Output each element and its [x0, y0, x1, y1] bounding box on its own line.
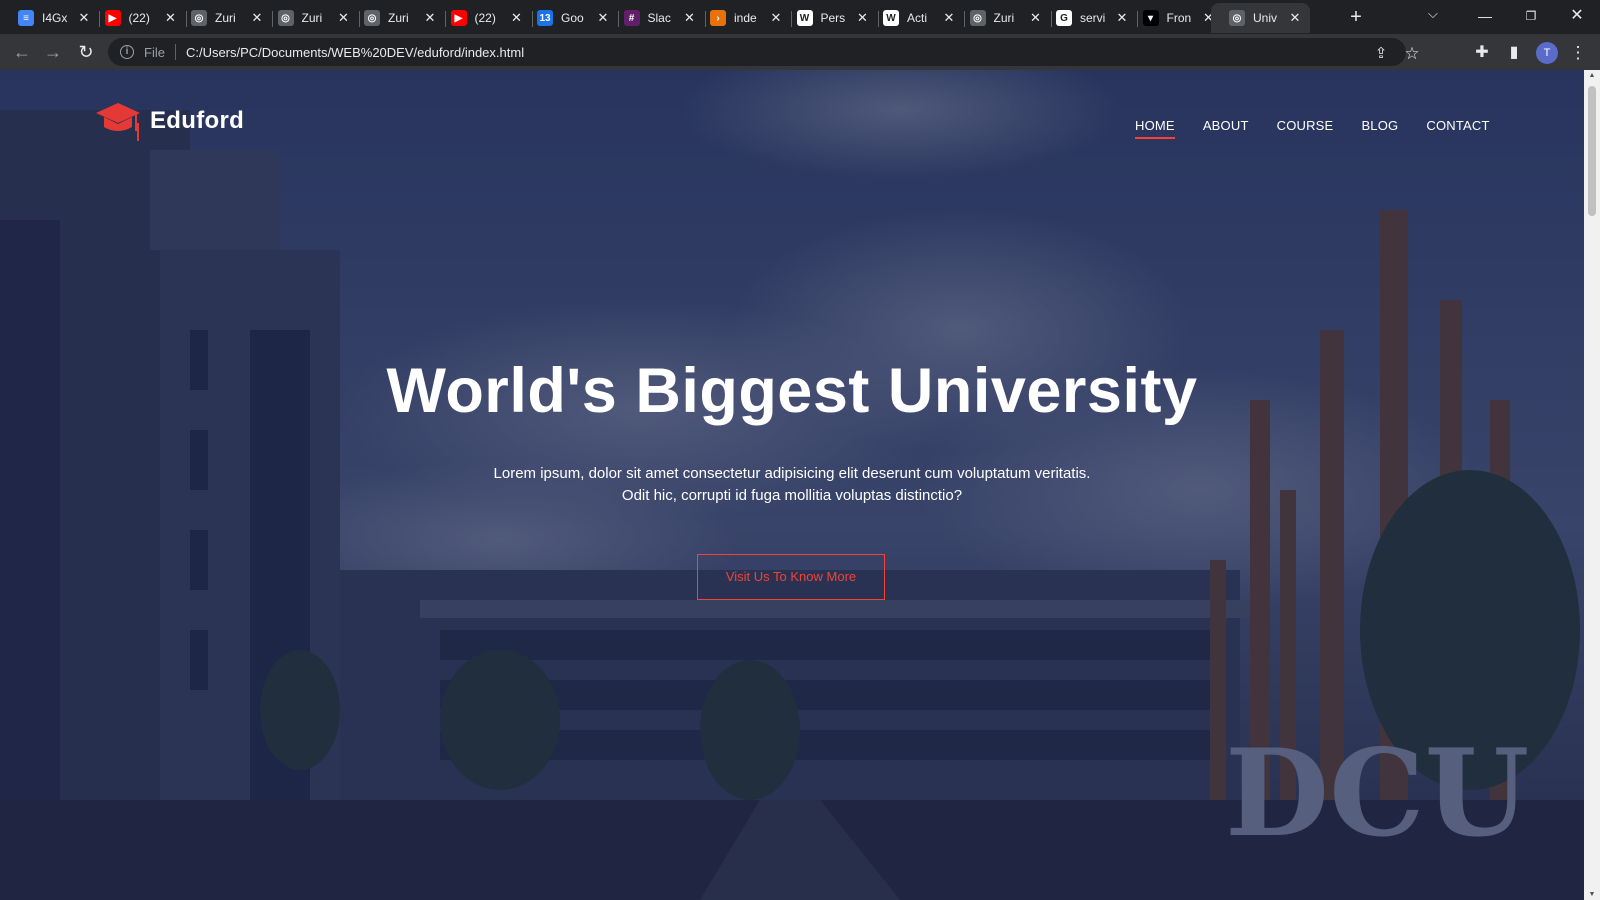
forward-button[interactable]: → [41, 40, 65, 64]
close-window-button[interactable]: ✕ [1554, 2, 1600, 30]
site-logo[interactable]: Eduford [94, 101, 244, 141]
side-panel-icon[interactable]: ▮ [1503, 42, 1525, 64]
wix-icon: W [796, 10, 813, 26]
calendar-icon: 13 [537, 10, 553, 26]
minimize-button[interactable]: — [1462, 2, 1508, 30]
globe-icon: ◎ [191, 10, 207, 26]
scroll-down-arrow-icon[interactable]: ▼ [1588, 891, 1596, 898]
address-bar[interactable]: i File C:/Users/PC/Documents/WEB%20DEV/e… [108, 38, 1420, 66]
page-viewport: DCU Eduford HOME ABOUT COURSE BLOG CONTACT W… [0, 70, 1584, 900]
tab-search-chevron-icon[interactable]: ⌵ [1428, 6, 1438, 22]
browser-tab[interactable]: ◎ Zuri ✕ [173, 3, 273, 33]
tab-title: Zuri [388, 11, 409, 25]
browser-tab[interactable]: ≡ I4Gx ✕ [0, 3, 100, 33]
restore-button[interactable]: ❐ [1508, 2, 1554, 30]
globe-icon: ◎ [364, 10, 380, 26]
tab-title: Zuri [993, 11, 1015, 25]
logo-text: Eduford [150, 107, 245, 134]
youtube-icon: ▶ [450, 10, 467, 26]
page-scrollbar[interactable]: ▲ ▼ [1584, 70, 1600, 900]
browser-tab[interactable]: ◎ Zuri ✕ [260, 3, 360, 33]
visit-us-button[interactable]: Visit Us To Know More [697, 554, 885, 600]
hero-title: World's Biggest University [386, 356, 1198, 426]
browser-tab[interactable]: ◎ Univ ✕ [1211, 3, 1310, 33]
browser-tab[interactable]: Gservi ✕ [1038, 3, 1138, 33]
reload-button[interactable]: ↻ [74, 40, 98, 64]
close-tab-icon[interactable]: ✕ [1288, 10, 1302, 26]
globe-icon: ◎ [969, 10, 986, 26]
tab-title: (22) [128, 11, 150, 25]
menu-kebab-icon[interactable]: ⋮ [1567, 42, 1589, 64]
tab-title: Zuri [301, 11, 323, 25]
main-nav: HOME ABOUT COURSE BLOG CONTACT [1135, 118, 1490, 139]
browser-tab[interactable]: ▶ (22) ✕ [87, 3, 187, 33]
tab-title: servi [1080, 11, 1106, 25]
tab-title: Goo [561, 11, 584, 25]
tab-title: Fron [1166, 11, 1192, 25]
browser-tab[interactable]: ▾ Fron ✕ [1125, 3, 1225, 33]
tab-title: inde [734, 11, 757, 25]
tab-title: Slac [647, 11, 671, 25]
graduation-cap-icon [96, 103, 140, 141]
share-icon[interactable]: ⇪ [1371, 44, 1391, 64]
nav-link-course[interactable]: COURSE [1277, 118, 1334, 133]
browser-toolbar: ← → ↻ i File C:/Users/PC/Documents/WEB%2… [0, 34, 1600, 70]
nav-link-home[interactable]: HOME [1135, 118, 1175, 139]
nav-link-contact[interactable]: CONTACT [1426, 118, 1489, 133]
new-tab-button[interactable]: + [1342, 4, 1370, 32]
nav-link-blog[interactable]: BLOG [1361, 118, 1398, 133]
site-info-icon[interactable]: i [120, 45, 134, 59]
globe-icon: ◎ [277, 10, 294, 26]
tab-title: I4Gx [42, 11, 68, 25]
back-button[interactable]: ← [10, 40, 34, 64]
browser-tab[interactable]: ▶ (22) ✕ [433, 3, 533, 33]
url-text[interactable]: C:/Users/PC/Documents/WEB%20DEV/eduford/… [186, 45, 524, 60]
browser-tab[interactable]: 13 Goo ✕ [519, 3, 619, 33]
profile-avatar[interactable]: T [1536, 42, 1558, 64]
tab-title: (22) [474, 11, 496, 25]
youtube-icon: ▶ [104, 10, 121, 26]
slack-icon: # [623, 10, 640, 26]
scheme-label: File [144, 44, 165, 60]
nav-link-about[interactable]: ABOUT [1203, 118, 1249, 133]
scroll-up-arrow-icon[interactable]: ▲ [1588, 72, 1596, 79]
hero-description-line-1: Lorem ipsum, dolor sit amet consectetur … [493, 465, 1091, 482]
browser-tab[interactable]: W Acti ✕ [865, 3, 965, 33]
hero-description: Lorem ipsum, dolor sit amet consectetur … [0, 463, 1584, 507]
divider [174, 44, 176, 60]
hero-description-line-2: Odit hic, corrupti id fuga mollitia volu… [621, 487, 963, 504]
extensions-puzzle-icon[interactable]: ✚ [1471, 42, 1493, 64]
browser-tab[interactable]: W Pers ✕ [779, 3, 879, 33]
tab-title: Acti [907, 11, 928, 25]
globe-icon: ◎ [1229, 10, 1245, 26]
browser-tab[interactable]: ◎ Zuri ✕ [346, 3, 446, 33]
tab-title: Pers [820, 11, 846, 25]
scrollbar-thumb[interactable] [1588, 86, 1596, 216]
browser-tab[interactable]: # Slac ✕ [606, 3, 706, 33]
tab-title: Univ [1253, 11, 1278, 25]
browser-tab[interactable]: ◎ Zuri ✕ [952, 3, 1052, 33]
doc-icon: ≡ [18, 10, 34, 26]
browser-tab[interactable]: › inde ✕ [692, 3, 792, 33]
google-icon: G [1056, 10, 1072, 26]
tab-strip: ≡ I4Gx ✕ ▶ (22) ✕ ◎ Zuri ✕ ◎ Zuri ✕ ◎ Zuri ✕ ▶ (22) ✕ 13 Go… [0, 0, 1600, 34]
bookmark-star-icon[interactable]: ☆ [1402, 44, 1422, 64]
tab-title: Zuri [215, 11, 236, 25]
vercel-icon: ▾ [1142, 10, 1159, 26]
code-icon: › [710, 10, 726, 26]
wix-icon: W [883, 10, 899, 26]
